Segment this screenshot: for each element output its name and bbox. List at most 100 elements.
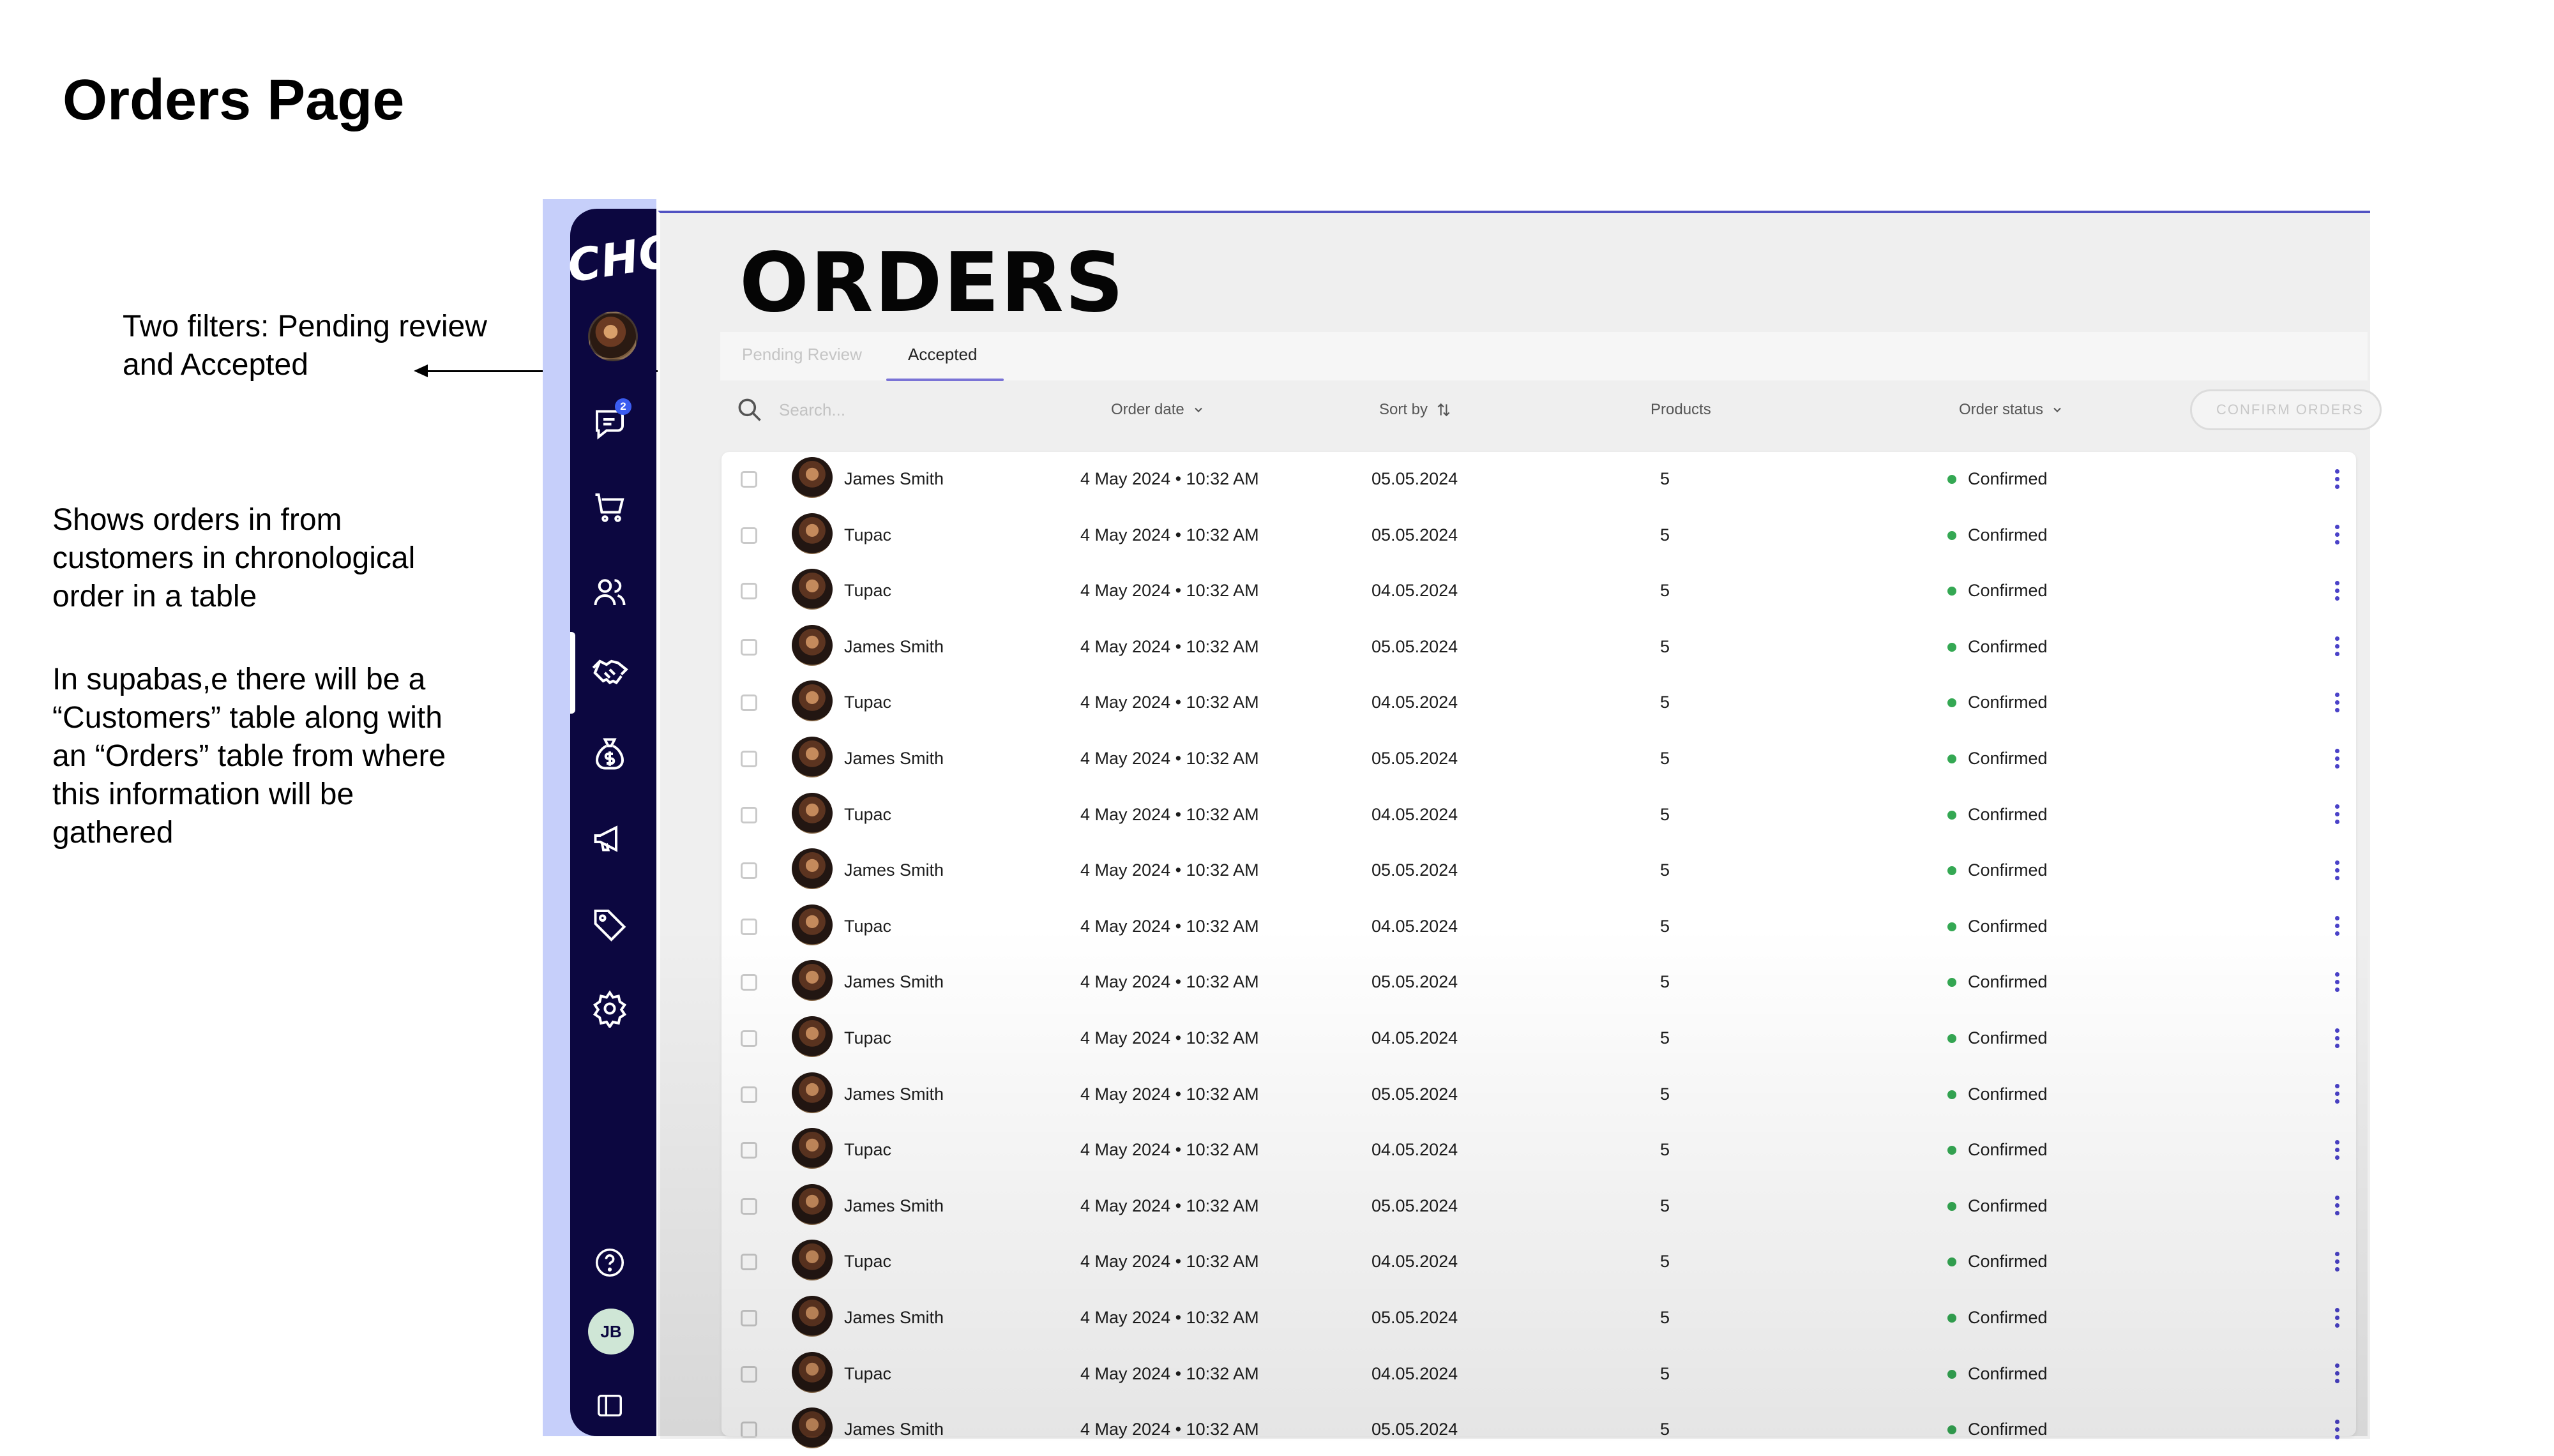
row-menu-icon[interactable] xyxy=(2324,520,2350,550)
order-date: 4 May 2024 • 10:32 AM xyxy=(1080,1252,1259,1272)
table-row[interactable]: James Smith 4 May 2024 • 10:32 AM 05.05.20… xyxy=(722,1065,2356,1121)
row-checkbox[interactable] xyxy=(741,751,757,767)
row-menu-icon[interactable] xyxy=(2324,1414,2350,1445)
product-count: 5 xyxy=(1660,860,1670,880)
gear-icon[interactable] xyxy=(584,983,635,1034)
table-row[interactable]: James Smith 4 May 2024 • 10:32 AM 05.05.20… xyxy=(722,617,2356,673)
row-checkbox[interactable] xyxy=(741,974,757,991)
customer-name: Tupac xyxy=(844,1363,892,1383)
order-date: 4 May 2024 • 10:32 AM xyxy=(1080,525,1259,544)
row-menu-icon[interactable] xyxy=(2324,1190,2350,1221)
order-date: 4 May 2024 • 10:32 AM xyxy=(1080,1028,1259,1047)
user-avatar[interactable]: JB xyxy=(588,1309,634,1355)
row-menu-icon[interactable] xyxy=(2324,743,2350,774)
table-row[interactable]: Tupac 4 May 2024 • 10:32 AM 04.05.2024 5 Con… xyxy=(722,1232,2356,1288)
notification-badge: 2 xyxy=(615,398,631,415)
customer-avatar xyxy=(792,1016,833,1057)
profile-avatar[interactable] xyxy=(588,311,638,361)
tab-pending-review[interactable]: Pending Review xyxy=(742,345,862,364)
table-row[interactable]: Tupac 4 May 2024 • 10:32 AM 04.05.2024 5 Con… xyxy=(722,785,2356,841)
sort-date: 04.05.2024 xyxy=(1371,1363,1458,1383)
help-icon[interactable] xyxy=(584,1237,635,1288)
row-checkbox[interactable] xyxy=(741,1310,757,1326)
table-row[interactable]: James Smith 4 May 2024 • 10:32 AM 05.05.20… xyxy=(722,952,2356,1009)
table-row[interactable]: James Smith 4 May 2024 • 10:32 AM 05.05.20… xyxy=(722,729,2356,785)
row-checkbox[interactable] xyxy=(741,638,757,656)
row-checkbox[interactable] xyxy=(741,471,757,488)
table-row[interactable]: Tupac 4 May 2024 • 10:32 AM 04.05.2024 5 Con… xyxy=(722,1009,2356,1065)
row-menu-icon[interactable] xyxy=(2324,575,2350,606)
table-row[interactable]: Tupac 4 May 2024 • 10:32 AM 04.05.2024 5 Con… xyxy=(722,1120,2356,1176)
row-menu-icon[interactable] xyxy=(2324,1023,2350,1053)
confirm-orders-button[interactable]: CONFIRM ORDERS xyxy=(2190,389,2382,430)
row-menu-icon[interactable] xyxy=(2324,631,2350,662)
customer-name: Tupac xyxy=(844,693,892,712)
row-menu-icon[interactable] xyxy=(2324,1302,2350,1333)
tag-icon[interactable] xyxy=(584,898,635,949)
collapse-icon[interactable] xyxy=(584,1380,635,1431)
chevron-down-icon xyxy=(2053,407,2061,412)
order-status: Confirmed xyxy=(1968,1028,2048,1047)
row-menu-icon[interactable] xyxy=(2324,911,2350,942)
table-row[interactable]: James Smith 4 May 2024 • 10:32 AM 05.05.20… xyxy=(722,1176,2356,1233)
customer-name: James Smith xyxy=(844,1420,944,1439)
customer-name: Tupac xyxy=(844,804,892,824)
customer-name: James Smith xyxy=(844,636,944,656)
row-checkbox[interactable] xyxy=(741,1030,757,1047)
table-row[interactable]: Tupac 4 May 2024 • 10:32 AM 04.05.2024 5 Con… xyxy=(722,897,2356,953)
sort-date: 05.05.2024 xyxy=(1371,1084,1458,1104)
table-row[interactable]: James Smith 4 May 2024 • 10:32 AM 05.05.20… xyxy=(722,841,2356,897)
row-menu-icon[interactable] xyxy=(2324,799,2350,830)
row-checkbox[interactable] xyxy=(741,527,757,544)
row-checkbox[interactable] xyxy=(741,694,757,712)
tab-accepted[interactable]: Accepted xyxy=(908,345,977,364)
table-row[interactable]: Tupac 4 May 2024 • 10:32 AM 04.05.2024 5 Con… xyxy=(722,673,2356,729)
customer-avatar xyxy=(792,680,833,722)
order-date: 4 May 2024 • 10:32 AM xyxy=(1080,1363,1259,1383)
cart-icon[interactable] xyxy=(584,482,635,533)
row-checkbox[interactable] xyxy=(741,583,757,600)
row-menu-icon[interactable] xyxy=(2324,966,2350,997)
note-filters: Two filters: Pending review and Accepted xyxy=(123,310,487,382)
row-menu-icon[interactable] xyxy=(2324,1358,2350,1389)
sort-date: 05.05.2024 xyxy=(1371,1420,1458,1439)
table-row[interactable]: James Smith 4 May 2024 • 10:32 AM 05.05.20… xyxy=(722,1288,2356,1344)
table-row[interactable]: James Smith 4 May 2024 • 10:32 AM 05.05.20… xyxy=(722,1400,2356,1456)
row-checkbox[interactable] xyxy=(741,806,757,823)
order-date-filter[interactable]: Order date xyxy=(1111,401,1205,419)
search-input[interactable] xyxy=(778,397,946,423)
row-checkbox[interactable] xyxy=(741,1142,757,1159)
row-checkbox[interactable] xyxy=(741,1197,757,1215)
row-menu-icon[interactable] xyxy=(2324,1134,2350,1165)
users-icon[interactable] xyxy=(584,567,635,618)
row-checkbox[interactable] xyxy=(741,1365,757,1383)
megaphone-icon[interactable] xyxy=(584,813,635,864)
order-status: Confirmed xyxy=(1968,469,2048,488)
status-dot xyxy=(1947,922,1956,931)
row-menu-icon[interactable] xyxy=(2324,1246,2350,1277)
table-row[interactable]: Tupac 4 May 2024 • 10:32 AM 04.05.2024 5 Con… xyxy=(722,561,2356,617)
handshake-icon[interactable] xyxy=(584,647,635,698)
row-menu-icon[interactable] xyxy=(2324,687,2350,717)
row-checkbox[interactable] xyxy=(741,862,757,880)
product-count: 5 xyxy=(1660,581,1670,601)
sort-by-control[interactable]: Sort by xyxy=(1379,401,1452,419)
table-row[interactable]: Tupac 4 May 2024 • 10:32 AM 05.05.2024 5 Con… xyxy=(722,506,2356,562)
table-row[interactable]: Tupac 4 May 2024 • 10:32 AM 04.05.2024 5 Con… xyxy=(722,1344,2356,1400)
row-menu-icon[interactable] xyxy=(2324,1079,2350,1109)
row-checkbox[interactable] xyxy=(741,918,757,935)
search-icon[interactable] xyxy=(736,396,764,424)
money-bag-icon[interactable] xyxy=(584,728,635,779)
order-status-filter[interactable]: Order status xyxy=(1959,401,2064,419)
table-row[interactable]: James Smith 4 May 2024 • 10:32 AM 05.05.20… xyxy=(722,449,2356,506)
row-checkbox[interactable] xyxy=(741,1086,757,1103)
row-menu-icon[interactable] xyxy=(2324,855,2350,885)
customer-name: Tupac xyxy=(844,916,892,936)
customer-name: James Smith xyxy=(844,1084,944,1104)
row-menu-icon[interactable] xyxy=(2324,463,2350,494)
row-checkbox[interactable] xyxy=(741,1422,757,1439)
row-checkbox[interactable] xyxy=(741,1254,757,1271)
sort-date: 05.05.2024 xyxy=(1371,636,1458,656)
order-date: 4 May 2024 • 10:32 AM xyxy=(1080,804,1259,824)
sort-date: 04.05.2024 xyxy=(1371,804,1458,824)
